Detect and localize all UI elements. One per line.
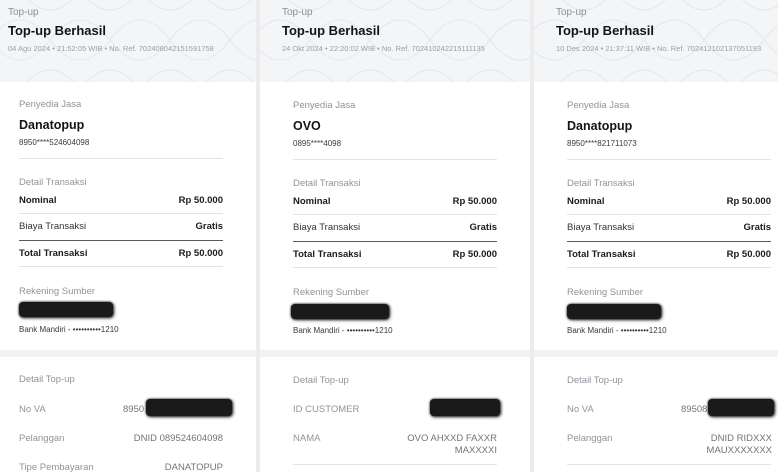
redacted-va-number xyxy=(146,399,232,416)
redacted-account-name xyxy=(567,304,661,319)
source-bank: Bank Mandiri - ••••••••••1210 xyxy=(293,326,393,335)
divider xyxy=(19,266,223,267)
divider xyxy=(567,464,771,465)
header-title: Top-up Berhasil xyxy=(8,23,106,38)
row-label: Pelanggan xyxy=(19,433,65,444)
topup-detail-card: Detail Top-up No VA 8950 Pelanggan DNID … xyxy=(0,357,256,472)
transaction-card: Penyedia Jasa Danatopup 8950****52460409… xyxy=(0,82,256,350)
header-meta: 10 Des 2024 • 21:37:11 WIB • No. Ref. 70… xyxy=(556,44,762,53)
row-label: Pelanggan xyxy=(567,433,613,444)
provider-name: OVO xyxy=(293,119,321,133)
topup-detail-card: Detail Top-up ID CUSTOMER NAMA OVO AHXXD… xyxy=(260,357,530,472)
divider xyxy=(567,241,771,242)
name-value-line2: MAXXXXI xyxy=(454,445,497,456)
header-tag: Top-up xyxy=(8,7,39,18)
nominal-label: Nominal xyxy=(567,196,605,207)
row-label: ID CUSTOMER xyxy=(293,404,360,415)
row-label: No VA xyxy=(567,404,594,415)
divider xyxy=(293,464,497,465)
divider xyxy=(567,267,771,268)
topup-detail-label: Detail Top-up xyxy=(293,375,349,386)
customer-value: DNID RIDXXX xyxy=(710,433,772,444)
receipt-1: Top-up Top-up Berhasil 04 Agu 2024 • 21:… xyxy=(0,0,256,472)
redacted-account-name xyxy=(291,304,389,319)
topup-detail-label: Detail Top-up xyxy=(19,374,75,385)
va-value: 8950 xyxy=(123,404,145,415)
divider xyxy=(19,213,223,214)
detail-label: Detail Transaksi xyxy=(19,177,87,188)
fee-value: Gratis xyxy=(469,222,497,233)
divider xyxy=(567,214,771,215)
provider-name: Danatopup xyxy=(19,118,85,132)
nominal-value: Rp 50.000 xyxy=(726,196,771,207)
source-label: Rekening Sumber xyxy=(567,287,644,298)
divider xyxy=(19,158,223,159)
section-gap xyxy=(260,350,530,357)
total-label: Total Transaksi xyxy=(19,248,88,259)
provider-number: 8950****524604098 xyxy=(19,138,90,147)
fee-value: Gratis xyxy=(195,221,223,232)
section-gap xyxy=(534,350,778,357)
header-tag: Top-up xyxy=(282,7,313,18)
divider xyxy=(19,240,223,241)
divider xyxy=(293,159,497,160)
source-label: Rekening Sumber xyxy=(293,287,370,298)
header-meta: 04 Agu 2024 • 21:52:05 WIB • No. Ref. 70… xyxy=(8,44,214,53)
detail-label: Detail Transaksi xyxy=(567,178,635,189)
divider xyxy=(293,267,497,268)
fee-value: Gratis xyxy=(743,222,771,233)
fee-label: Biaya Transaksi xyxy=(19,221,87,232)
provider-label: Penyedia Jasa xyxy=(567,100,630,111)
source-label: Rekening Sumber xyxy=(19,286,96,297)
transaction-card: Penyedia Jasa Danatopup 8950****82171107… xyxy=(534,82,778,350)
name-value: OVO AHXXD FAXXR xyxy=(407,433,497,444)
total-label: Total Transaksi xyxy=(293,249,362,260)
nominal-value: Rp 50.000 xyxy=(452,196,497,207)
payment-type-value: DANATOPUP xyxy=(164,462,223,472)
nominal-label: Nominal xyxy=(293,196,331,207)
receipt-header: Top-up Top-up Berhasil 24 Okt 2024 • 22:… xyxy=(260,0,530,82)
fee-label: Biaya Transaksi xyxy=(293,222,361,233)
fee-label: Biaya Transaksi xyxy=(567,222,635,233)
topup-detail-label: Detail Top-up xyxy=(567,375,623,386)
header-title: Top-up Berhasil xyxy=(282,23,380,38)
divider xyxy=(567,159,771,160)
total-value: Rp 50.000 xyxy=(726,249,771,260)
receipt-header: Top-up Top-up Berhasil 04 Agu 2024 • 21:… xyxy=(0,0,256,82)
provider-label: Penyedia Jasa xyxy=(19,99,82,110)
row-label: Tipe Pembayaran xyxy=(19,462,94,472)
source-bank: Bank Mandiri - ••••••••••1210 xyxy=(19,325,119,334)
redacted-va-number xyxy=(708,399,774,416)
redacted-customer-id xyxy=(430,399,500,416)
transaction-card: Penyedia Jasa OVO 0895****4098 Detail Tr… xyxy=(260,82,530,350)
header-tag: Top-up xyxy=(556,7,587,18)
topup-detail-card: Detail Top-up No VA 89508 Pelanggan DNID… xyxy=(534,357,778,472)
nominal-value: Rp 50.000 xyxy=(178,195,223,206)
total-value: Rp 50.000 xyxy=(178,248,223,259)
section-gap xyxy=(0,350,256,357)
divider xyxy=(293,241,497,242)
customer-value: DNID 089524604098 xyxy=(133,433,223,444)
receipt-3: Top-up Top-up Berhasil 10 Des 2024 • 21:… xyxy=(534,0,778,472)
va-value: 89508 xyxy=(681,404,708,415)
provider-label: Penyedia Jasa xyxy=(293,100,356,111)
nominal-label: Nominal xyxy=(19,195,57,206)
detail-label: Detail Transaksi xyxy=(293,178,361,189)
header-title: Top-up Berhasil xyxy=(556,23,654,38)
receipt-header: Top-up Top-up Berhasil 10 Des 2024 • 21:… xyxy=(534,0,778,82)
customer-value-line2: MAUXXXXXXX xyxy=(706,445,772,456)
total-label: Total Transaksi xyxy=(567,249,636,260)
total-value: Rp 50.000 xyxy=(452,249,497,260)
redacted-account-name xyxy=(19,302,113,317)
source-bank: Bank Mandiri - ••••••••••1210 xyxy=(567,326,667,335)
receipt-2: Top-up Top-up Berhasil 24 Okt 2024 • 22:… xyxy=(260,0,530,472)
divider xyxy=(293,214,497,215)
provider-name: Danatopup xyxy=(567,119,633,133)
header-meta: 24 Okt 2024 • 22:20:02 WIB • No. Ref. 70… xyxy=(282,44,485,53)
row-label: NAMA xyxy=(293,433,321,444)
row-label: No VA xyxy=(19,404,46,415)
provider-number: 8950****821711073 xyxy=(567,139,637,148)
provider-number: 0895****4098 xyxy=(293,139,342,148)
